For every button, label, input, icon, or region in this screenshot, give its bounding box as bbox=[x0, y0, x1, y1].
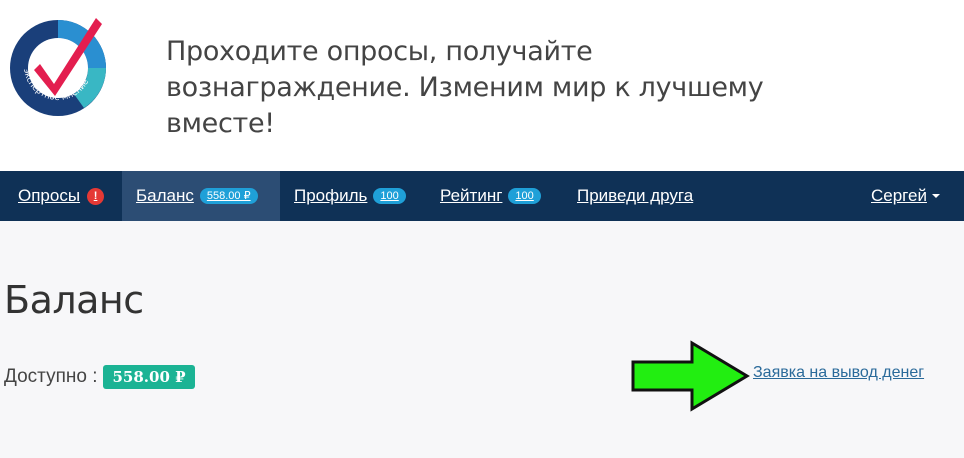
available-label: Доступно : bbox=[4, 366, 98, 387]
alert-icon: ! bbox=[87, 187, 105, 205]
logo-icon[interactable]: экспертное мнение bbox=[4, 12, 112, 120]
site-header: экспертное мнение Проходите опросы, полу… bbox=[0, 0, 964, 171]
profile-badge: 100 bbox=[373, 188, 406, 204]
withdraw-request-link[interactable]: Заявка на вывод денег bbox=[753, 364, 924, 382]
nav-surveys-label: Опросы bbox=[18, 186, 81, 205]
page-title: Баланс bbox=[4, 278, 144, 322]
chevron-down-icon bbox=[931, 194, 940, 198]
nav-surveys[interactable]: Опросы ! bbox=[18, 171, 105, 221]
rating-badge: 100 bbox=[508, 188, 541, 204]
balance-badge: 558.00 ₽ bbox=[199, 188, 258, 204]
available-balance: Доступно : 558.00 ₽ bbox=[4, 365, 195, 389]
user-name: Сергей bbox=[871, 186, 927, 205]
nav-invite-friend[interactable]: Приведи друга bbox=[577, 171, 693, 221]
nav-profile-label: Профиль bbox=[294, 186, 368, 205]
nav-balance-label: Баланс bbox=[136, 186, 194, 205]
nav-invite-label: Приведи друга bbox=[577, 186, 694, 205]
tagline: Проходите опросы, получайте вознагражден… bbox=[166, 36, 764, 139]
nav-rating-label: Рейтинг bbox=[440, 186, 503, 205]
main-navbar: Опросы ! Баланс 558.00 ₽ Профиль 100 Рей… bbox=[0, 171, 964, 221]
nav-profile[interactable]: Профиль 100 bbox=[294, 171, 406, 221]
nav-rating[interactable]: Рейтинг 100 bbox=[440, 171, 541, 221]
nav-balance[interactable]: Баланс 558.00 ₽ bbox=[122, 171, 280, 221]
user-menu[interactable]: Сергей bbox=[871, 171, 940, 221]
available-amount: 558.00 ₽ bbox=[103, 365, 195, 389]
arrow-right-icon bbox=[631, 340, 750, 412]
